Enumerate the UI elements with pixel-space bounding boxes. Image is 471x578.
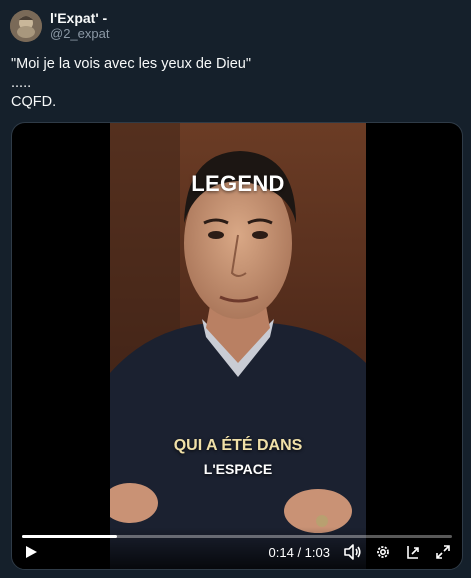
tweet-text: "Moi je la vois avec les yeux de Dieu" .… <box>11 55 251 112</box>
author-display-name[interactable]: l'Expat' - <box>50 10 109 26</box>
volume-button[interactable] <box>342 541 364 563</box>
tweet-line: ..... <box>11 75 32 91</box>
tweet-line: CQFD. <box>11 94 57 110</box>
progress-fill <box>22 535 117 538</box>
video-player[interactable]: LEGEND QUI A ÉTÉ DANS L'ESPACE 0:14 / 1:… <box>11 122 463 570</box>
popout-button[interactable] <box>402 541 424 563</box>
tweet-header: l'Expat' - @2_expat <box>10 10 109 42</box>
popout-icon <box>407 546 419 559</box>
author-handle[interactable]: @2_expat <box>50 26 109 42</box>
time-display: 0:14 / 1:03 <box>268 544 330 560</box>
volume-icon <box>344 544 361 560</box>
play-button[interactable] <box>20 541 42 563</box>
progress-bar[interactable] <box>22 535 452 538</box>
fullscreen-icon <box>436 545 450 559</box>
tweet-line: "Moi je la vois avec les yeux de Dieu" <box>11 56 251 72</box>
avatar[interactable] <box>10 10 42 42</box>
fullscreen-button[interactable] <box>432 541 454 563</box>
video-overlay-title: LEGEND <box>191 171 285 196</box>
settings-icon <box>377 546 389 558</box>
video-controls: 0:14 / 1:03 <box>12 527 462 569</box>
video-subtitle-line1: QUI A ÉTÉ DANS <box>173 437 303 454</box>
settings-button[interactable] <box>372 541 394 563</box>
play-icon <box>26 546 37 558</box>
video-frame[interactable]: LEGEND QUI A ÉTÉ DANS L'ESPACE <box>110 123 366 569</box>
video-subtitle-line2: L'ESPACE <box>203 461 273 477</box>
